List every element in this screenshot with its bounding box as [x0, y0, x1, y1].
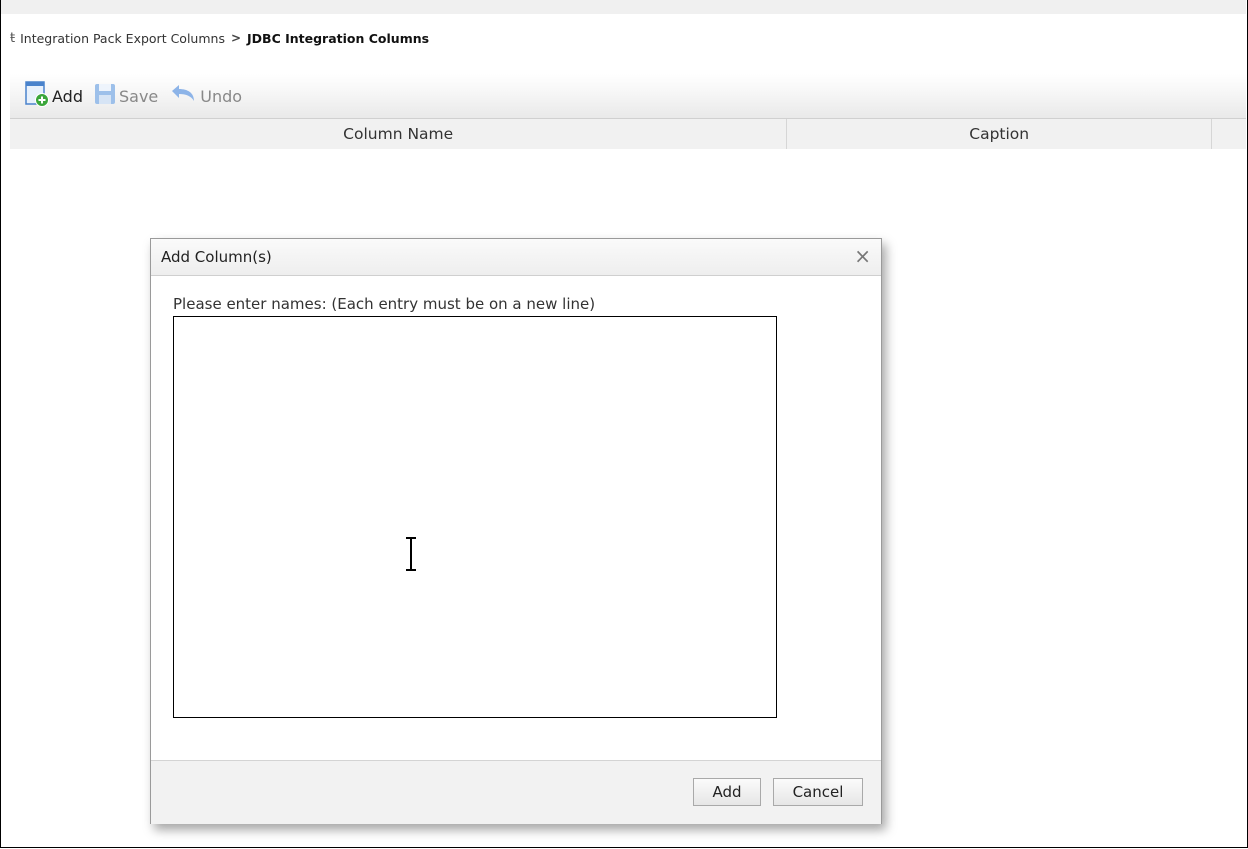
breadcrumb-parent[interactable]: Integration Pack Export Columns — [20, 31, 225, 46]
undo-icon — [168, 82, 198, 110]
top-strip — [1, 0, 1246, 14]
export-icon: ŧ — [10, 30, 16, 46]
breadcrumb: ŧ Integration Pack Export Columns > JDBC… — [10, 28, 429, 48]
add-button[interactable]: Add — [20, 81, 87, 111]
save-button-label: Save — [118, 86, 159, 106]
save-button[interactable]: Save — [89, 81, 162, 111]
save-icon — [93, 82, 117, 110]
dialog-add-button[interactable]: Add — [693, 778, 761, 806]
add-document-icon — [24, 81, 50, 111]
dialog-cancel-button[interactable]: Cancel — [773, 778, 863, 806]
breadcrumb-separator: > — [230, 31, 242, 45]
dialog-instruction: Please enter names: (Each entry must be … — [173, 295, 596, 313]
toolbar: Add Save Undo — [10, 74, 1246, 118]
undo-button-label: Undo — [200, 86, 243, 106]
column-header-caption[interactable]: Caption — [787, 119, 1213, 149]
column-names-textarea[interactable] — [173, 316, 777, 718]
breadcrumb-current: JDBC Integration Columns — [247, 30, 430, 46]
add-columns-dialog: Add Column(s) × Please enter names: (Eac… — [150, 238, 882, 824]
column-header-spacer — [1212, 119, 1246, 149]
dialog-footer: Add Cancel — [151, 760, 881, 824]
undo-button[interactable]: Undo — [164, 81, 246, 111]
add-button-label: Add — [52, 86, 83, 106]
dialog-title: Add Column(s) — [161, 248, 272, 266]
grid-header: Column Name Caption — [10, 118, 1246, 149]
dialog-title-bar[interactable]: Add Column(s) × — [151, 239, 881, 276]
column-header-column-name[interactable]: Column Name — [10, 119, 788, 149]
close-icon[interactable]: × — [854, 244, 871, 268]
